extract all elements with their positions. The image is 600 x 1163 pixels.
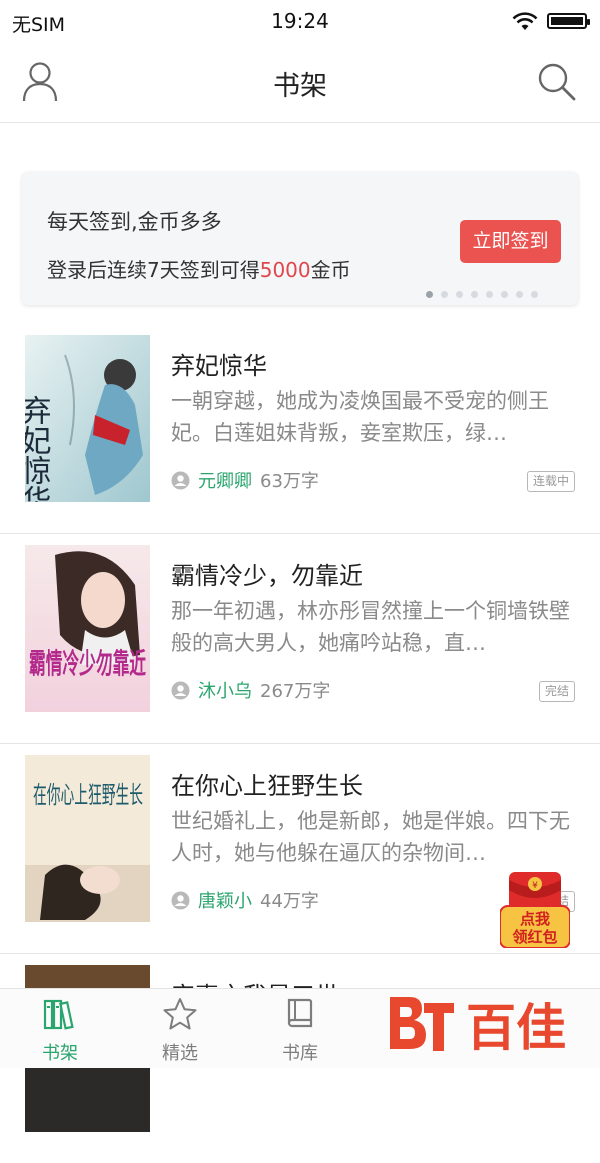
author-name[interactable]: 元卿卿 [198,471,252,492]
cover-title: 弃妃惊华 [25,395,52,502]
book-cover-image: 弃妃惊华 [25,335,150,502]
book-meta: 沐小乌 267万字 [171,677,331,702]
cover-title: 霸情冷少勿靠近 [29,647,146,680]
status-bar: 无SIM 19:24 [0,0,600,44]
watermark-text: 百佳 [466,999,566,1057]
bookshelf-icon [43,999,74,1030]
author-name[interactable]: 沐小乌 [198,681,252,702]
book-list-item[interactable]: 霸情冷少勿靠近 霸情冷少，勿靠近 那一年初遇，林亦彤冒然撞上一个铜墙铁壁般的高大… [0,533,600,744]
author-name[interactable]: 唐颖小 [198,891,252,912]
book-list-item[interactable]: 弃妃惊华 弃妃惊华 一朝穿越，她成为凌焕国最不受宠的侧王妃。白莲姐妹背叛，妾室欺… [0,323,600,534]
search-icon[interactable] [536,61,578,103]
signin-title: 每天签到,金币多多 [47,210,222,234]
book-title: 在你心上狂野生长 [171,772,363,800]
svg-text:¥: ¥ [532,881,538,891]
page-title: 书架 [273,71,327,102]
book-description: 世纪婚礼上，他是新郎，她是伴娘。四下无人时，她与他躲在逼仄的杂物间… [171,809,570,865]
word-count: 267万字 [260,681,331,702]
red-packet-button[interactable]: ¥ 点我 领红包 [499,870,571,949]
signin-subtitle: 登录后连续7天签到可得5000金币 [47,254,351,283]
status-badge: 连载中 [526,471,575,492]
book-icon [287,998,313,1028]
book-meta: 唐颖小 44万字 [171,887,319,912]
carousel-dot[interactable] [471,291,478,298]
carousel-indicator[interactable] [426,291,546,299]
author-icon [171,681,190,699]
watermark-logo: 百佳 [384,989,584,1059]
battery-icon [547,13,590,29]
carousel-dot[interactable] [441,291,448,298]
book-description: 那一年初遇，林亦彤冒然撞上一个铜墙铁壁般的高大男人，她痛吟站稳，直… [171,599,570,655]
word-count: 63万字 [260,471,319,492]
carousel-dot[interactable] [501,291,508,298]
author-icon [171,471,190,489]
signin-banner[interactable]: 每天签到,金币多多 登录后连续7天签到可得5000金币 立即签到 [22,172,578,305]
cover-title: 在你心上狂野生长 [33,781,143,809]
tab-label: 书架 [42,1043,78,1064]
red-packet-label-1: 点我 [520,910,550,928]
signin-sub-prefix: 登录后连续7天签到可得 [47,258,260,282]
wifi-icon [512,12,538,30]
tab-bookshelf[interactable]: 书架 [20,989,100,1068]
carousel-dot[interactable] [426,291,433,298]
signin-button[interactable]: 立即签到 [460,220,561,263]
book-description: 一朝穿越，她成为凌焕国最不受宠的侧王妃。白莲姐妹背叛，妾室欺压，绿… [171,389,549,445]
carousel-dot[interactable] [486,291,493,298]
star-icon [163,998,197,1030]
book-cover-image: 在你心上狂野生长 [25,755,150,922]
status-badge: 完结 [538,681,575,702]
red-packet-label-2: 领红包 [511,928,557,946]
tab-featured[interactable]: 精选 [140,989,220,1068]
signin-sub-suffix: 金币 [310,258,351,282]
book-cover-image: 霸情冷少勿靠近 [25,545,150,712]
book-meta: 元卿卿 63万字 [171,467,319,492]
nav-bar: 书架 [0,44,600,123]
author-icon [171,891,190,909]
tab-label: 精选 [162,1043,198,1064]
tab-label: 书库 [282,1043,318,1064]
signin-coin-amount: 5000 [259,258,311,282]
book-title: 霸情冷少，勿靠近 [171,562,363,590]
clock: 19:24 [271,9,329,33]
carousel-dot[interactable] [456,291,463,298]
word-count: 44万字 [260,891,319,912]
tab-library[interactable]: 书库 [260,989,340,1068]
book-title: 弃妃惊华 [171,352,267,380]
carousel-dot[interactable] [516,291,523,298]
carousel-dot[interactable] [531,291,538,298]
